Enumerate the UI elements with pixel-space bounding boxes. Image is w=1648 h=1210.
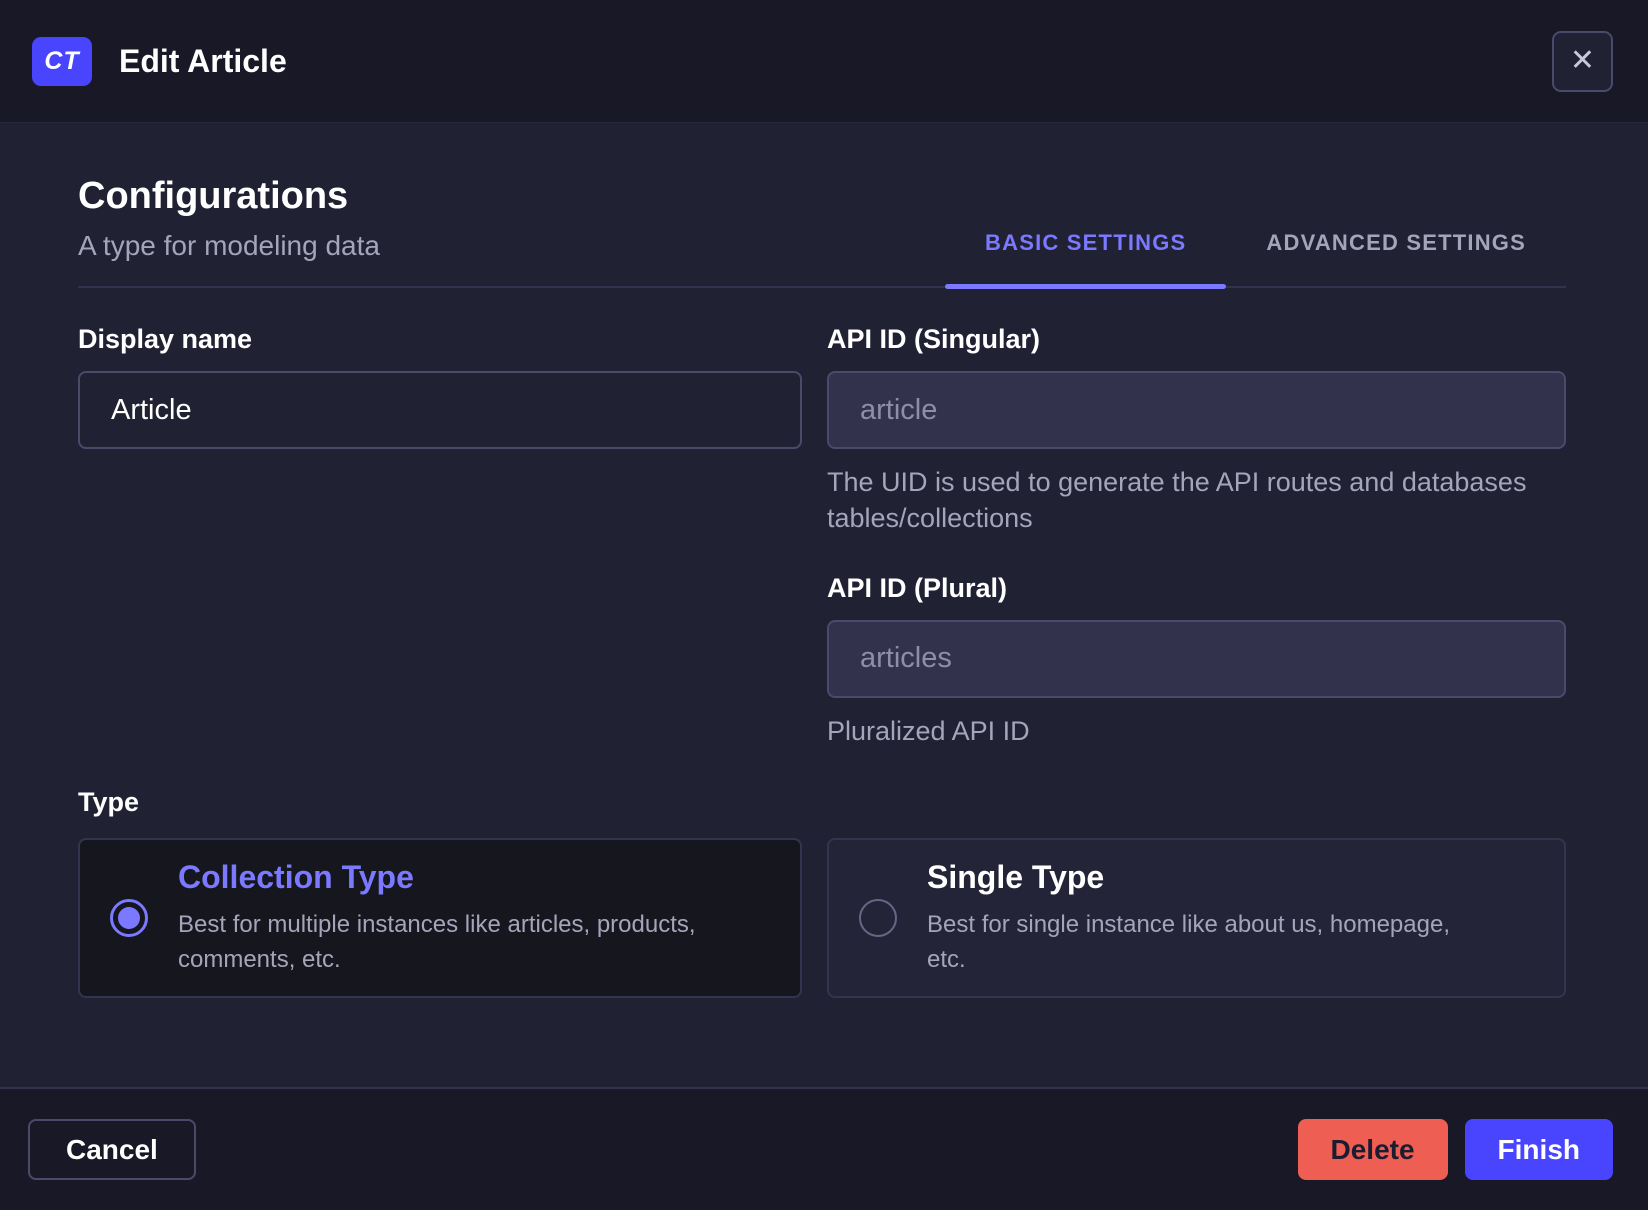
radio-dot-icon [118, 907, 140, 930]
form-column-left: Display name [78, 324, 802, 749]
api-id-singular-field-group: API ID (Singular) The UID is used to gen… [827, 324, 1566, 537]
tab-basic-settings-label: BASIC SETTINGS [985, 230, 1187, 255]
active-tab-underline [945, 284, 1227, 289]
modal-footer: Cancel Delete Finish [0, 1087, 1648, 1210]
api-id-plural-input[interactable] [827, 619, 1566, 698]
api-id-singular-helper: The UID is used to generate the API rout… [827, 467, 1527, 534]
single-type-text: Single Type Best for single instance lik… [927, 859, 1487, 978]
type-label: Type [78, 787, 140, 818]
modal-title: Edit Article [119, 42, 287, 79]
form-column-right: API ID (Singular) The UID is used to gen… [827, 324, 1566, 749]
single-type-radio[interactable] [859, 899, 897, 938]
display-name-label: Display name [78, 324, 253, 354]
close-icon: ✕ [1569, 44, 1596, 77]
settings-tabs: BASIC SETTINGS ADVANCED SETTINGS [945, 230, 1566, 289]
single-type-description: Best for single instance like about us, … [927, 911, 1450, 973]
tab-advanced-settings-label: ADVANCED SETTINGS [1266, 230, 1526, 255]
api-id-singular-label: API ID (Singular) [827, 324, 1041, 354]
configurations-titles: Configurations A type for modeling data [78, 175, 380, 286]
collection-type-description: Best for multiple instances like article… [178, 911, 696, 973]
collection-type-text: Collection Type Best for multiple instan… [178, 859, 770, 978]
delete-button[interactable]: Delete [1297, 1119, 1448, 1180]
api-id-plural-helper: Pluralized API ID [827, 715, 1030, 746]
type-options: Collection Type Best for multiple instan… [78, 838, 1566, 999]
tab-basic-settings[interactable]: BASIC SETTINGS [945, 230, 1227, 289]
collection-type-radio[interactable] [110, 899, 148, 938]
close-button[interactable]: ✕ [1552, 30, 1613, 92]
cancel-button[interactable]: Cancel [28, 1119, 196, 1180]
api-id-plural-label: API ID (Plural) [827, 572, 1008, 603]
configuration-form: Display name API ID (Singular) The UID i… [78, 324, 1566, 749]
display-name-input[interactable] [78, 371, 802, 449]
modal-body: Configurations A type for modeling data … [0, 123, 1648, 1087]
display-name-field-group: Display name [78, 324, 802, 449]
api-id-singular-input[interactable] [827, 371, 1566, 449]
tab-advanced-settings[interactable]: ADVANCED SETTINGS [1226, 230, 1566, 286]
modal-header: CT Edit Article ✕ [0, 0, 1648, 123]
type-option-collection[interactable]: Collection Type Best for multiple instan… [78, 838, 802, 999]
content-type-badge: CT [32, 36, 92, 86]
single-type-title: Single Type [927, 859, 1105, 896]
finish-button[interactable]: Finish [1464, 1119, 1613, 1180]
api-id-plural-field-group: API ID (Plural) Pluralized API ID [827, 573, 1566, 749]
type-section: Type Collection Type Best for multiple i… [78, 787, 1566, 999]
configurations-header: Configurations A type for modeling data … [78, 175, 1566, 289]
configurations-title: Configurations [78, 175, 349, 217]
type-option-single[interactable]: Single Type Best for single instance lik… [827, 838, 1566, 999]
collection-type-title: Collection Type [178, 859, 414, 896]
configurations-subtitle: A type for modeling data [78, 230, 380, 261]
